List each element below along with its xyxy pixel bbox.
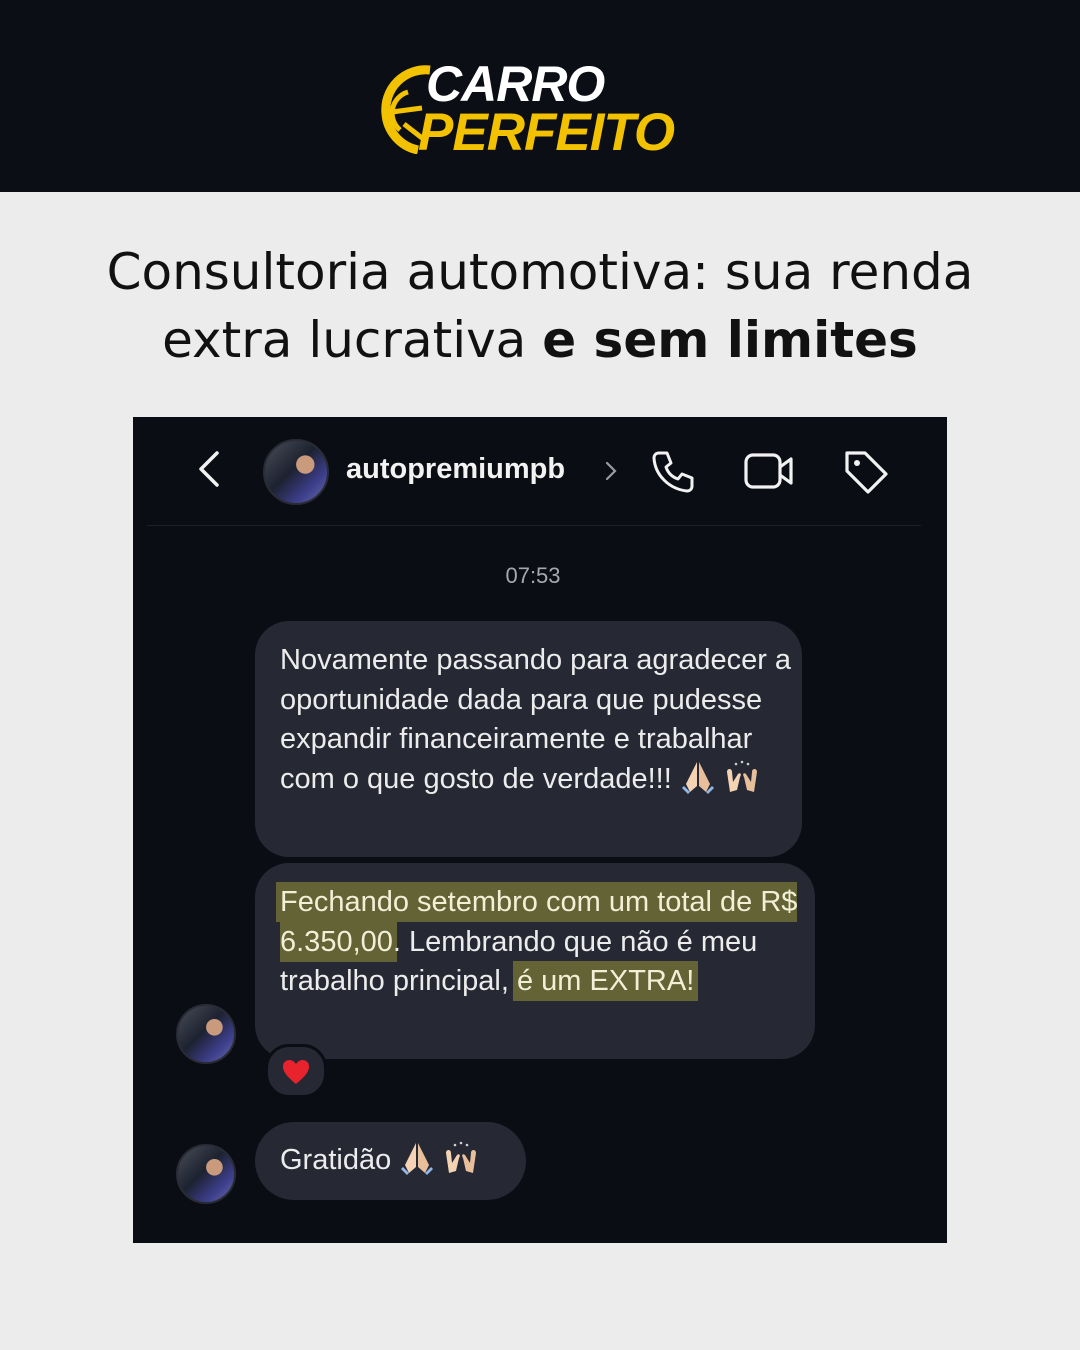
phone-icon[interactable]: [649, 447, 697, 495]
logo-text-perfeito: PERFEITO: [418, 103, 675, 162]
headline-bold: e sem limites: [542, 311, 918, 369]
chevron-right-icon[interactable]: [603, 459, 619, 483]
avatar[interactable]: [176, 1144, 236, 1204]
folded-hands-icon: [401, 1143, 434, 1175]
page-headline: Consultoria automotiva: sua renda extra …: [60, 238, 1020, 374]
raising-hands-icon: [446, 1141, 477, 1173]
brand-header: CARRO PERFEITO: [0, 0, 1080, 192]
heart-reaction[interactable]: [265, 1044, 327, 1098]
message-timestamp: 07:53: [505, 563, 561, 588]
video-camera-icon[interactable]: [743, 449, 795, 493]
raising-hands-icon: [726, 760, 757, 792]
highlighted-text: é um EXTRA!: [516, 965, 695, 997]
message-bubble-2: Fechando setembro com um total de R$ 6.3…: [255, 863, 815, 1059]
tag-icon[interactable]: [841, 447, 891, 497]
back-arrow-icon[interactable]: [191, 447, 231, 491]
folded-hands-icon: [681, 761, 714, 794]
message-bubble-3: Gratidão: [255, 1122, 526, 1200]
carro-perfeito-logo: CARRO PERFEITO: [378, 58, 708, 160]
chat-username[interactable]: autopremiumpb: [346, 453, 565, 486]
message-bubble-1: Novamente passando para agradecer a opor…: [255, 621, 802, 857]
message-text: Gratidão: [280, 1141, 800, 1181]
avatar[interactable]: [176, 1004, 236, 1064]
message-text: Fechando setembro com um total de R$ 6.3…: [280, 883, 800, 1002]
chat-header: autopremiumpb: [147, 417, 921, 526]
message-text: Novamente passando para agradecer a opor…: [280, 641, 800, 799]
message-3-text: Gratidão: [280, 1144, 392, 1176]
red-heart-icon: [283, 1060, 309, 1084]
avatar[interactable]: [263, 439, 329, 505]
chat-screenshot: autopremiumpb 07:53 Novamente passando p…: [133, 417, 947, 1243]
